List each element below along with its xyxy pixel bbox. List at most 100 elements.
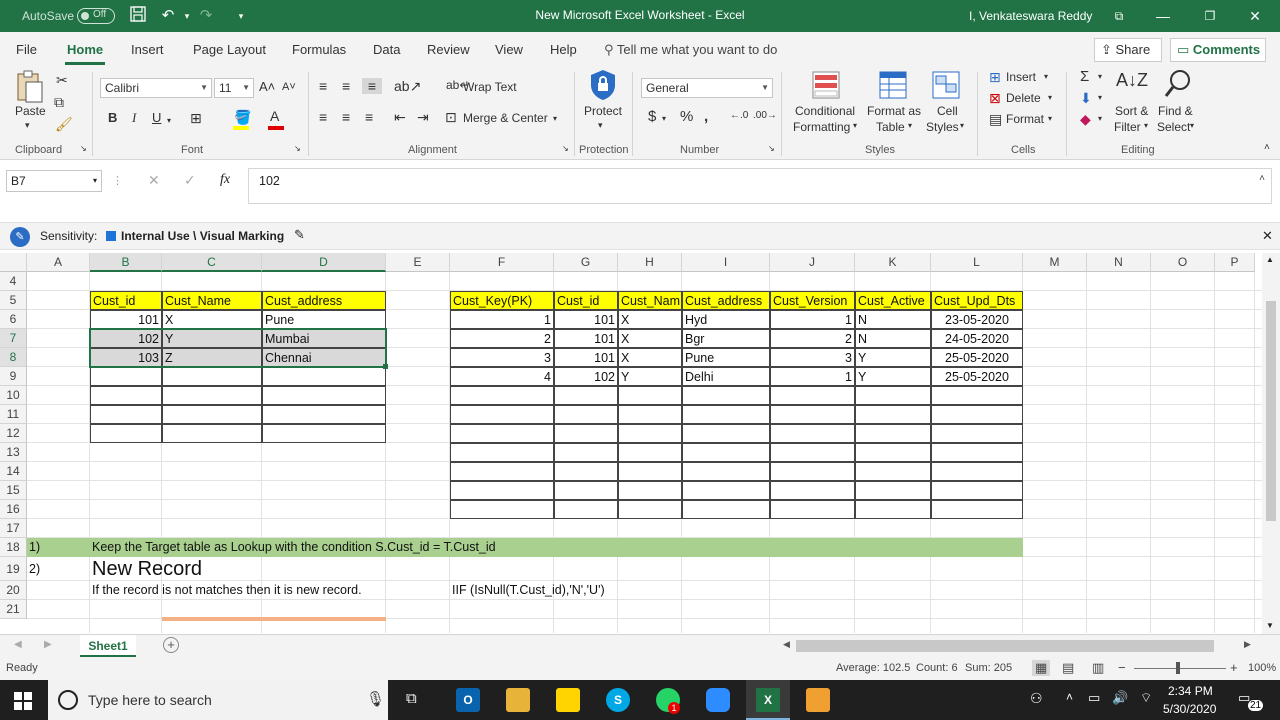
column-header-i[interactable]: I <box>682 253 770 272</box>
cut-icon[interactable]: ✂ <box>56 72 68 89</box>
target-header-cell[interactable]: Cust_Version <box>770 291 855 310</box>
target-cell[interactable] <box>554 462 618 481</box>
minimize-icon[interactable]: — <box>1148 6 1178 26</box>
target-cell[interactable]: Pune <box>682 348 770 367</box>
target-cell[interactable] <box>554 443 618 462</box>
fill-icon[interactable]: ⬇ <box>1080 90 1092 107</box>
source-cell[interactable] <box>90 424 162 443</box>
merge-dropdown-icon[interactable]: ▾ <box>553 114 557 123</box>
normal-view-icon[interactable]: ▦ <box>1032 660 1051 676</box>
expand-formula-icon[interactable]: ˄ <box>1259 173 1265 184</box>
conditional-formatting-label-1[interactable]: Conditional <box>795 104 855 118</box>
worksheet-grid[interactable]: ABCDEFGHIJKLMNOP 4 5 6 7 8 9 10 11 12 13 14 15 16 17 1… <box>0 253 1262 633</box>
status-count[interactable]: Count: 6 <box>916 662 958 674</box>
source-cell[interactable] <box>262 367 386 386</box>
target-cell[interactable] <box>682 462 770 481</box>
font-color-icon[interactable]: A <box>270 108 279 124</box>
row-header-6[interactable]: 6 <box>0 310 27 329</box>
target-cell[interactable] <box>450 481 554 500</box>
bold-button[interactable]: B <box>108 110 117 125</box>
target-cell[interactable] <box>855 500 931 519</box>
align-right-icon[interactable]: ≡ <box>365 109 373 125</box>
percent-button[interactable]: % <box>680 108 693 125</box>
file-explorer-icon[interactable] <box>506 688 530 712</box>
name-box[interactable]: B7 ▾ <box>6 170 102 192</box>
target-cell[interactable] <box>931 500 1023 519</box>
target-cell[interactable]: Y <box>855 348 931 367</box>
column-header-h[interactable]: H <box>618 253 682 272</box>
delete-dropdown-icon[interactable]: ▾ <box>1048 93 1052 102</box>
target-cell[interactable] <box>931 481 1023 500</box>
target-cell[interactable] <box>770 405 855 424</box>
target-cell[interactable]: 101 <box>554 348 618 367</box>
sticky-notes-icon[interactable] <box>556 688 580 712</box>
middle-align-icon[interactable]: ≡ <box>342 78 350 94</box>
vertical-scrollbar[interactable]: ▲ ▼ <box>1262 253 1280 634</box>
font-launcher-icon[interactable]: ↘ <box>294 144 301 153</box>
row-header-9[interactable]: 9 <box>0 367 27 386</box>
prev-sheet-icon[interactable]: ◀ <box>14 639 22 650</box>
row-header-8[interactable]: 8 <box>0 348 27 367</box>
column-header-j[interactable]: J <box>770 253 855 272</box>
find-select-icon[interactable] <box>1164 68 1192 100</box>
format-painter-icon[interactable]: 🖌 <box>55 116 73 133</box>
target-header-cell[interactable]: Cust_Upd_Dts <box>931 291 1023 310</box>
target-cell[interactable] <box>770 386 855 405</box>
zoom-app-icon[interactable] <box>706 688 730 712</box>
fill-handle[interactable] <box>383 364 388 369</box>
fill-dropdown-icon[interactable]: ▾ <box>1098 93 1102 102</box>
source-header-cell[interactable]: Cust_address <box>262 291 386 310</box>
target-cell[interactable]: X <box>618 310 682 329</box>
source-cell[interactable] <box>90 405 162 424</box>
next-sheet-icon[interactable]: ▶ <box>44 639 52 650</box>
bottom-align-icon[interactable]: ≡ <box>362 78 382 94</box>
target-cell[interactable]: 25-05-2020 <box>931 367 1023 386</box>
sort-filter-label-1[interactable]: Sort & <box>1115 104 1148 118</box>
autosum-icon[interactable]: Σ <box>1080 68 1089 85</box>
borders-icon[interactable]: ⊞ <box>190 110 202 127</box>
target-cell[interactable] <box>618 500 682 519</box>
network-icon[interactable]: ⌔ <box>1140 690 1152 706</box>
alignment-launcher-icon[interactable]: ↘ <box>562 144 569 153</box>
target-cell[interactable]: 23-05-2020 <box>931 310 1023 329</box>
target-cell[interactable] <box>682 405 770 424</box>
target-cell[interactable] <box>450 443 554 462</box>
row-header-12[interactable]: 12 <box>0 424 27 443</box>
target-cell[interactable] <box>931 386 1023 405</box>
ribbon-display-icon[interactable]: ⧉ <box>1104 6 1134 26</box>
source-cell[interactable] <box>162 386 262 405</box>
note-new-record-heading[interactable]: New Record <box>90 557 390 581</box>
cell-styles-dropdown-icon[interactable]: ▾ <box>960 121 964 130</box>
target-cell[interactable] <box>618 424 682 443</box>
column-header-b[interactable]: B <box>90 253 162 272</box>
format-cells-button[interactable]: Format <box>1006 112 1044 126</box>
tab-review[interactable]: Review <box>427 42 470 57</box>
target-cell[interactable] <box>450 424 554 443</box>
sheet-tab-sheet1[interactable]: Sheet1 <box>80 635 136 657</box>
insert-function-button[interactable]: fx <box>220 172 230 188</box>
target-cell[interactable] <box>450 386 554 405</box>
target-cell[interactable]: N <box>855 310 931 329</box>
comments-button[interactable]: ▭ Comments <box>1170 38 1266 62</box>
number-format-combo[interactable]: General ▼ <box>641 78 773 98</box>
target-header-cell[interactable]: Cust_Active <box>855 291 931 310</box>
target-cell[interactable] <box>855 386 931 405</box>
target-cell[interactable]: 1 <box>770 367 855 386</box>
row-header-10[interactable]: 10 <box>0 386 27 405</box>
target-cell[interactable] <box>931 462 1023 481</box>
formula-bar-splitter-icon[interactable]: ⋮ <box>112 174 123 187</box>
outlook-icon[interactable]: O <box>456 688 480 712</box>
target-cell[interactable] <box>770 462 855 481</box>
zoom-out-icon[interactable]: − <box>1118 660 1126 675</box>
target-cell[interactable] <box>450 500 554 519</box>
conditional-dropdown-icon[interactable]: ▾ <box>853 121 857 130</box>
target-cell[interactable] <box>855 405 931 424</box>
add-sheet-icon[interactable]: + <box>163 637 179 653</box>
target-cell[interactable]: 101 <box>554 310 618 329</box>
sensitivity-value[interactable]: Internal Use \ Visual Marking <box>121 229 284 243</box>
currency-dropdown-icon[interactable]: ▾ <box>662 114 666 123</box>
font-name-combo[interactable]: Calibri ▼ <box>100 78 212 98</box>
status-sum[interactable]: Sum: 205 <box>965 662 1012 674</box>
target-cell[interactable] <box>770 500 855 519</box>
target-cell[interactable] <box>682 443 770 462</box>
